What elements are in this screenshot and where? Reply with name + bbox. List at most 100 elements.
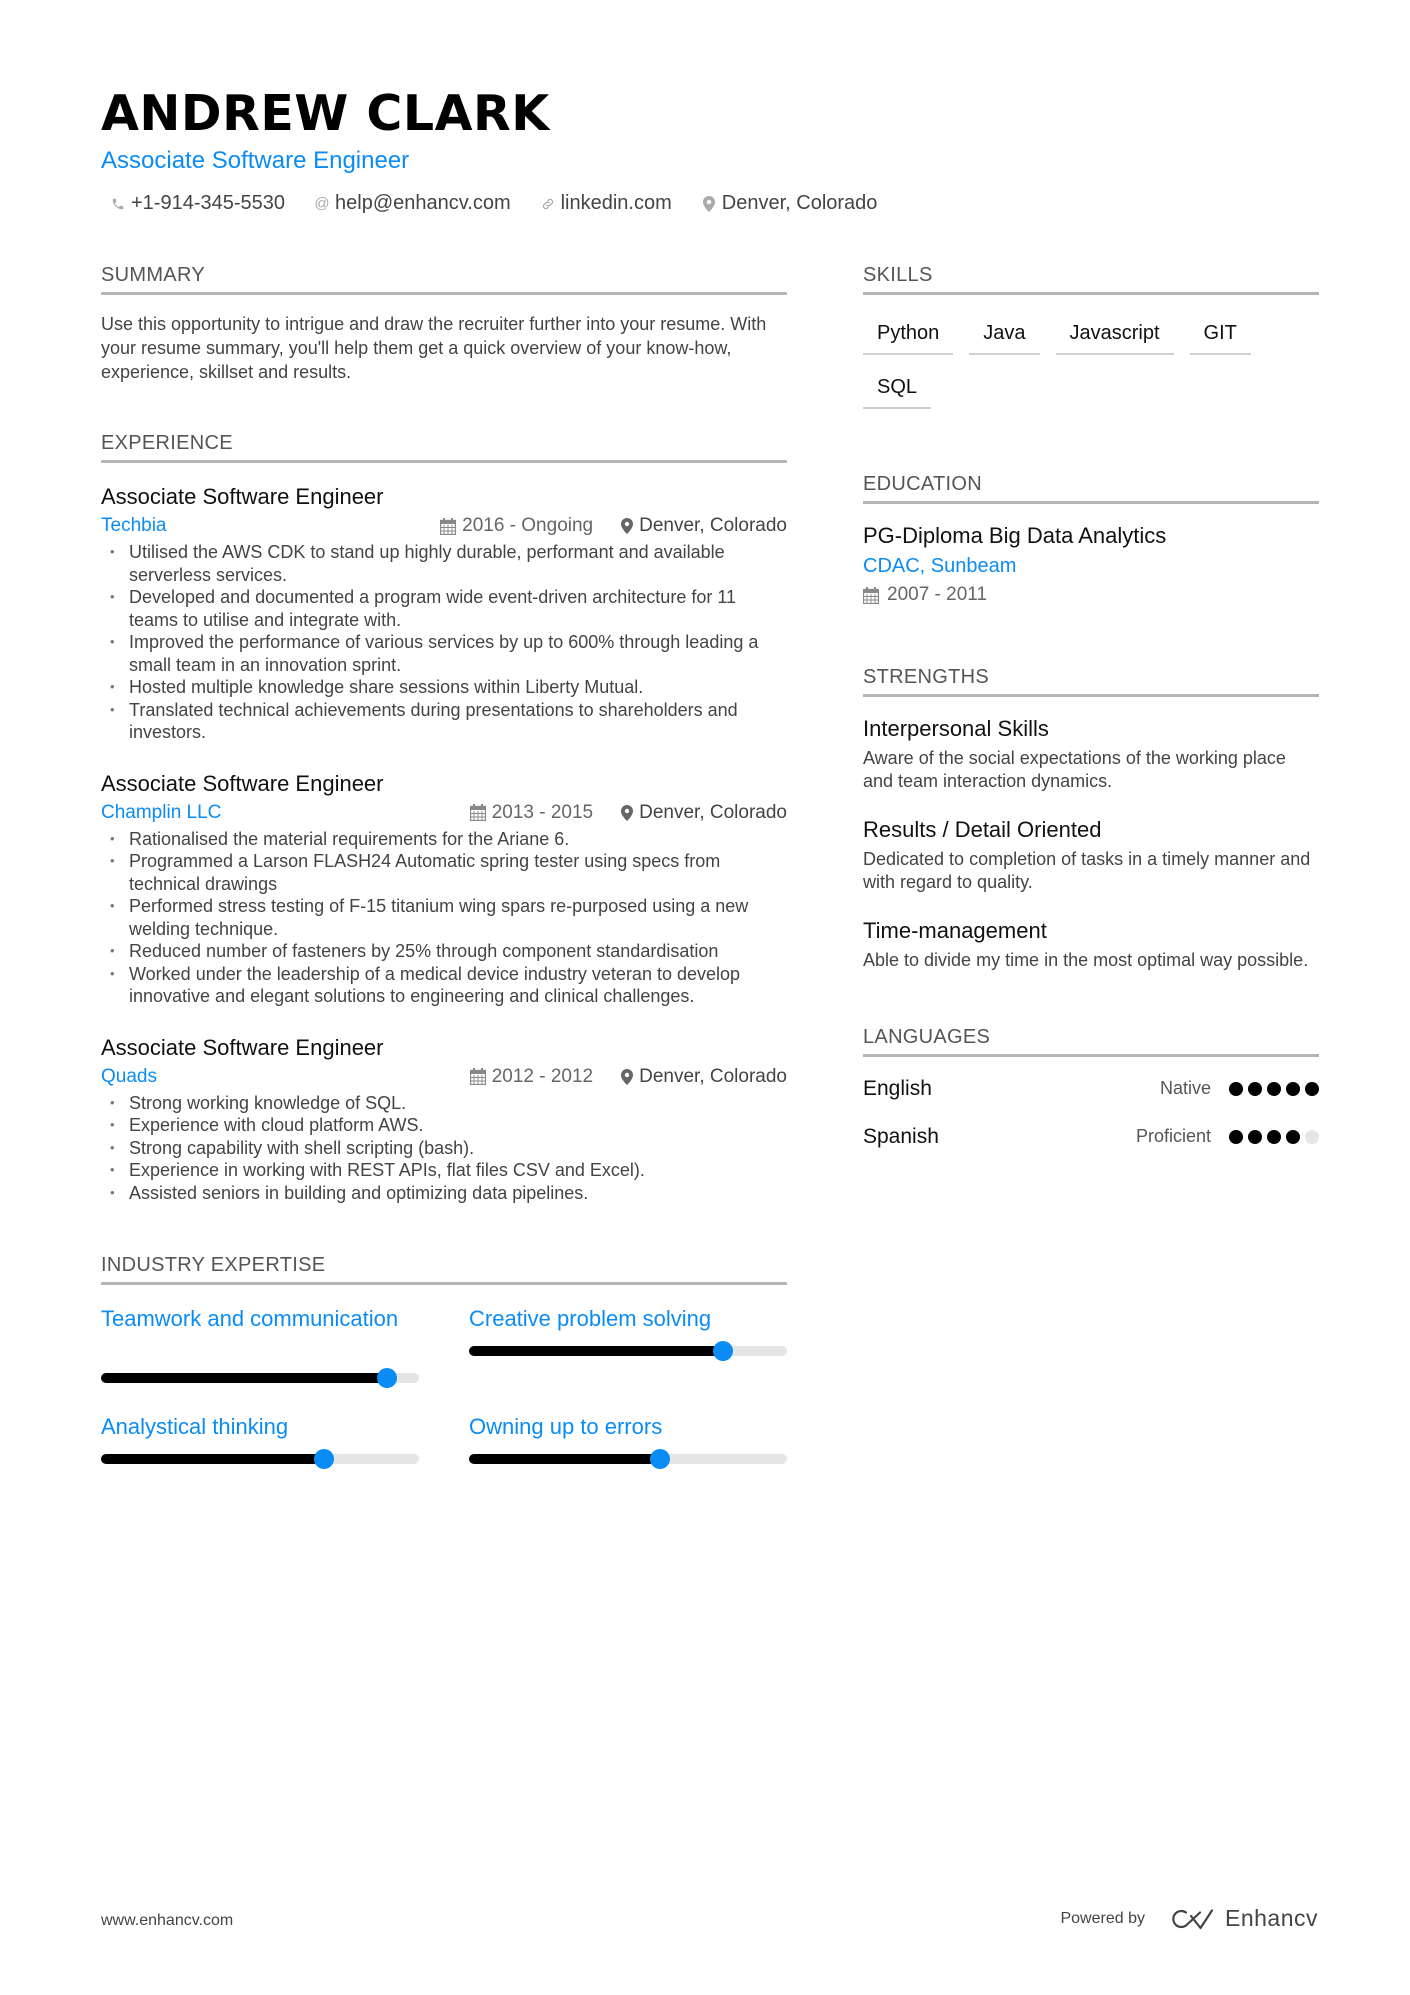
enhancv-logo-icon [1169,1907,1215,1931]
calendar-icon [863,586,879,604]
expertise-item: Analystical thinking [101,1413,419,1469]
strengths-heading: STRENGTHS [863,664,1319,697]
job-bullets: Strong working knowledge of SQL. Experie… [101,1092,787,1205]
strengths-section: STRENGTHS Interpersonal Skills Aware of … [863,664,1319,972]
job-bullet: Strong working knowledge of SQL. [101,1092,787,1115]
strength-description: Dedicated to completion of tasks in a ti… [863,849,1311,892]
job-bullet: Strong capability with shell scripting (… [101,1137,787,1160]
expertise-slider [101,1368,419,1388]
calendar-icon [440,517,457,535]
job-role: Associate Software Engineer [101,770,384,796]
slider-fill [469,1346,724,1356]
enhancv-logo[interactable]: Enhancv [1169,1905,1318,1932]
location-pin-icon [621,1068,634,1085]
job-bullet: Experience in working with REST APIs, fl… [101,1159,787,1182]
slider-fill [101,1373,388,1383]
location-pin-icon [621,518,634,534]
job-company[interactable]: Quads [101,1065,470,1089]
powered-by-label: Powered by [1060,1909,1145,1927]
expertise-slider [469,1449,787,1469]
footer-website[interactable]: www.enhancv.com [101,1912,233,1930]
skill-tag: GIT [1189,315,1251,355]
job-company[interactable]: Techbia [101,514,440,538]
job-location-text: Denver, Colorado [639,515,787,536]
job-bullet: Improved the performance of various serv… [101,631,787,676]
summary-heading: SUMMARY [101,262,787,295]
job-bullet: Developed and documented a program wide … [101,586,787,631]
language-name: Spanish [863,1124,939,1148]
contact-email-text: help@enhancv.com [335,192,511,214]
at-icon: @ [314,195,330,212]
job-dates-text: 2016 - Ongoing [462,515,594,536]
job-company[interactable]: Champlin LLC [101,801,470,825]
job-bullet: Experience with cloud platform AWS. [101,1114,787,1137]
summary-section: SUMMARY Use this opportunity to intrigue… [101,262,787,384]
skill-tag: SQL [863,369,932,409]
location-pin-icon [621,804,634,821]
slider-knob [313,1449,334,1469]
expertise-label: Analystical thinking [101,1414,289,1439]
expertise-item: Owning up to errors [469,1413,787,1469]
contact-email[interactable]: @ help@enhancv.com [314,192,511,215]
expertise-item: Teamwork and communication [101,1305,419,1388]
left-column: SUMMARY Use this opportunity to intrigue… [101,262,787,1469]
job-location-text: Denver, Colorado [639,801,787,823]
experience-section: EXPERIENCE Associate Software Engineer T… [101,430,787,1204]
expertise-label: Creative problem solving [469,1306,712,1331]
strength-item: Time-management Able to divide my time i… [863,917,1319,972]
job-dates: 2013 - 2015 [469,801,593,825]
experience-item: Associate Software Engineer Techbia 2016… [101,483,787,744]
job-meta: Quads 2012 - 2012 Denver, Colorado [101,1065,787,1089]
education-section: EDUCATION PG-Diploma Big Data Analytics … [863,471,1319,608]
calendar-icon [469,1068,486,1085]
education-dates: 2007 - 2011 [863,582,1319,608]
job-meta: Techbia 2016 - Ongoing Denver, Colorado [101,514,787,538]
expertise-item: Creative problem solving [469,1305,787,1383]
industry-expertise-heading: INDUSTRY EXPERTISE [101,1252,787,1285]
skill-tag: Java [969,315,1040,355]
strength-title: Time-management [863,918,1047,943]
slider-fill [101,1454,324,1464]
contact-location-text: Denver, Colorado [721,192,878,214]
location-pin-icon [702,195,716,212]
job-dates: 2012 - 2012 [469,1065,593,1089]
skills-section: SKILLS Python Java Javascript GIT SQL [863,262,1319,409]
contact-location: Denver, Colorado [702,192,878,215]
rating-dot-empty [1305,1129,1319,1144]
enhancv-brand-name: Enhancv [1224,1905,1318,1931]
education-heading: EDUCATION [863,471,1319,504]
job-bullet: Assisted seniors in building and optimiz… [101,1182,787,1205]
strength-item: Results / Detail Oriented Dedicated to c… [863,816,1319,893]
job-meta: Champlin LLC 2013 - 2015 Denver, Colorad… [101,801,787,825]
languages-section: LANGUAGES English Native Spanish Profici… [863,1024,1319,1149]
education-school[interactable]: CDAC, Sunbeam [863,552,1319,580]
job-location: Denver, Colorado [621,801,787,825]
job-bullets: Rationalised the material requirements f… [101,828,787,1008]
expertise-grid: Teamwork and communication Creative prob… [101,1305,787,1469]
industry-expertise-section: INDUSTRY EXPERTISE Teamwork and communic… [101,1252,787,1469]
strength-description: Able to divide my time in the most optim… [863,950,1309,970]
strength-item: Interpersonal Skills Aware of the social… [863,715,1319,792]
job-bullet: Translated technical achievements during… [101,699,787,744]
rating-dot-filled [1286,1081,1300,1096]
candidate-name: ANDREW CLARK [101,85,550,142]
rating-dot-filled [1229,1129,1243,1144]
contact-bar: +1-914-345-5530 @ help@enhancv.com linke… [101,192,1321,215]
strength-title: Interpersonal Skills [863,716,1049,741]
skill-tag: Javascript [1055,315,1174,355]
job-bullet: Worked under the leadership of a medical… [101,963,787,1008]
contact-linkedin[interactable]: linkedin.com [541,192,672,215]
language-name: English [863,1076,932,1100]
phone-icon [111,196,125,212]
job-role: Associate Software Engineer [101,484,384,509]
job-bullet: Programmed a Larson FLASH24 Automatic sp… [101,850,787,895]
expertise-slider [101,1449,419,1469]
expertise-slider [469,1341,787,1361]
experience-heading: EXPERIENCE [101,430,787,463]
experience-item: Associate Software Engineer Quads 2012 -… [101,1034,787,1205]
language-rating [1229,1129,1319,1144]
contact-phone[interactable]: +1-914-345-5530 [111,192,285,215]
language-item: Spanish Proficient [863,1125,1319,1149]
rating-dot-filled [1305,1081,1319,1096]
languages-heading: LANGUAGES [863,1024,1319,1057]
